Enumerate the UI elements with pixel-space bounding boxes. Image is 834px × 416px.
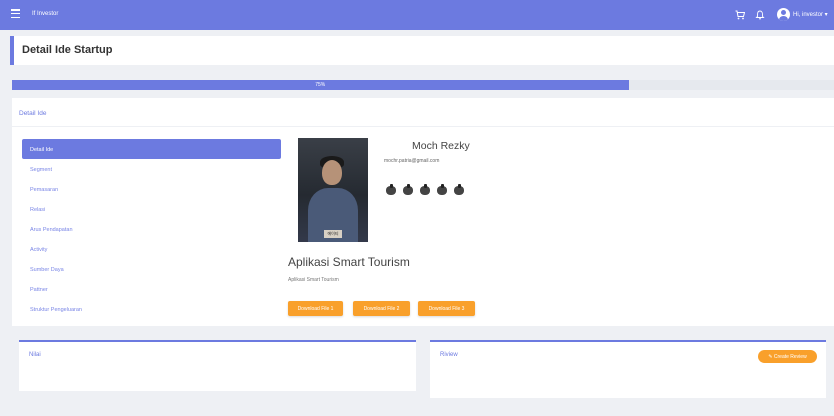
menu-item-pemasaran[interactable]: Pemasaran (22, 179, 281, 199)
menu-item-activity[interactable]: Activity (22, 239, 281, 259)
top-navbar: If Investor Hi, investor ▾ (0, 0, 834, 30)
download-file-2-button[interactable]: Download File 2 (353, 301, 410, 316)
menu-item-detail-ide[interactable]: Detail Ide (22, 139, 281, 159)
nilai-panel: Nilai (19, 340, 416, 391)
hand-icon (436, 184, 448, 196)
menu-item-segment[interactable]: Segment (22, 159, 281, 179)
menu-item-arus-pendapatan[interactable]: Arus Pendapatan (22, 219, 281, 239)
progress-bar: 75% (12, 80, 834, 90)
page-header: Detail Ide Startup (10, 36, 834, 65)
review-panel: Riview ✎ Create Review (430, 340, 826, 398)
bell-icon[interactable] (755, 10, 765, 20)
nilai-title: Nilai (29, 352, 41, 358)
download-file-3-button[interactable]: Download File 3 (418, 301, 475, 316)
startup-description: Aplikasi Smart Tourism (288, 277, 339, 283)
menu-item-pattner[interactable]: Pattner (22, 279, 281, 299)
progress-label: 75% (315, 82, 326, 88)
divider (12, 126, 834, 127)
detail-card: Detail Ide Detail Ide Segment Pemasaran … (12, 98, 834, 326)
create-review-button[interactable]: ✎ Create Review (758, 350, 817, 363)
menu-item-sumber-daya[interactable]: Sumber Daya (22, 259, 281, 279)
cart-icon[interactable] (735, 10, 745, 20)
photo-caption: 에이티 (324, 230, 342, 238)
profile-email: mochr.patria@gmail.com (384, 158, 440, 164)
card-title: Detail Ide (19, 110, 47, 117)
hand-icon (453, 184, 465, 196)
page-title: Detail Ide Startup (22, 44, 113, 56)
brand-label[interactable]: If Investor (32, 11, 58, 17)
hand-icon (402, 184, 414, 196)
hand-icon (419, 184, 431, 196)
profile-photo: 에이티 (298, 138, 368, 242)
download-file-1-button[interactable]: Download File 1 (288, 301, 343, 316)
hand-icon (385, 184, 397, 196)
profile-name: Moch Rezky (412, 140, 470, 152)
detail-menu: Detail Ide Segment Pemasaran Relasi Arus… (22, 139, 281, 319)
startup-name: Aplikasi Smart Tourism (288, 255, 410, 269)
review-title: Riview (440, 352, 458, 358)
menu-item-struktur-pengeluaran[interactable]: Struktur Pengeluaran (22, 299, 281, 319)
hamburger-icon[interactable] (11, 9, 20, 18)
rating-icons (385, 184, 465, 196)
menu-item-relasi[interactable]: Relasi (22, 199, 281, 219)
user-avatar-icon[interactable] (777, 8, 790, 21)
user-dropdown[interactable]: Hi, investor ▾ (793, 11, 828, 18)
